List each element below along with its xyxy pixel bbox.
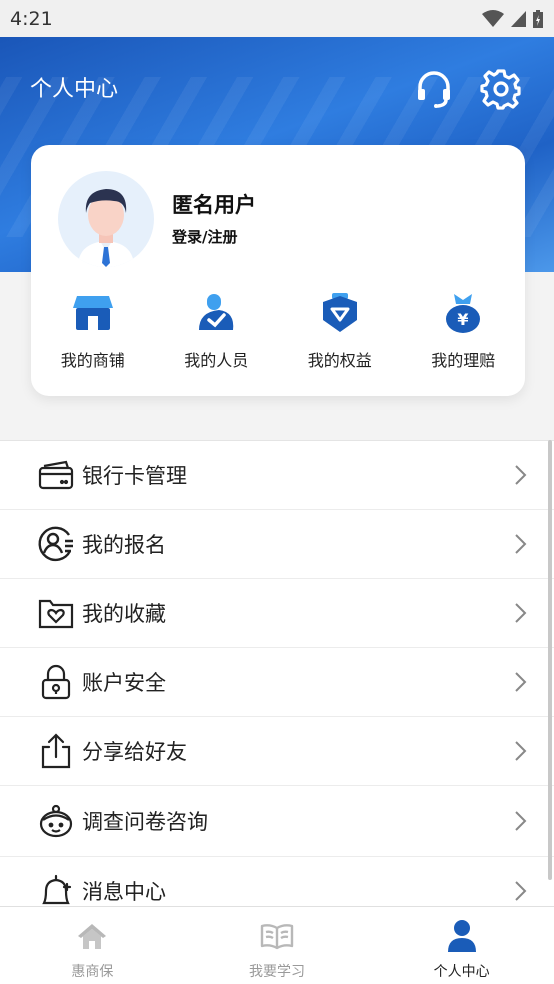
survey-face-icon [36,801,76,841]
settings-menu: 银行卡管理 我的报名 我的收藏 账户安全 分享给好友 调查问卷咨询 消息中心 [0,440,554,926]
share-icon [36,731,76,771]
menu-item-label: 分享给好友 [82,740,187,764]
battery-icon [533,9,543,28]
benefits-shield-icon [318,291,362,335]
menu-item-label: 消息中心 [82,880,166,904]
menu-item-label: 我的收藏 [82,602,166,626]
bottom-nav: 惠商保 我要学习 个人中心 [0,906,554,984]
menu-item-label: 账户安全 [82,671,166,695]
headset-icon [418,71,450,108]
menu-item-survey[interactable]: 调查问卷咨询 [0,786,554,857]
user-avatar-icon [78,189,134,267]
favorites-folder-icon [36,593,76,633]
quick-link-label: 我的商铺 [60,351,125,370]
chevron-right-icon [515,465,527,485]
avatar[interactable] [58,171,154,267]
signal-icon [511,10,526,27]
quick-link-label: 我的人员 [184,351,249,370]
app-screen: 4:21 个人中心 匿名用户 登录/注册 我的商铺 我的人员 我的权益 ¥ 我的… [0,0,554,984]
claims-money-bag-icon: ¥ [441,291,485,335]
nav-tab-home[interactable]: 惠商保 [0,907,185,984]
bank-card-icon [36,455,76,495]
menu-item-account-security[interactable]: 账户安全 [0,648,554,717]
page-title: 个人中心 [30,77,119,102]
user-name: 匿名用户 [172,193,256,217]
menu-item-label: 调查问卷咨询 [82,810,208,834]
lock-icon [36,662,76,702]
nav-label: 个人中心 [433,964,490,980]
login-register-link[interactable]: 登录/注册 [172,226,237,247]
registration-user-icon [36,524,76,564]
svg-text:¥: ¥ [458,310,469,329]
status-time: 4:21 [10,7,53,30]
home-icon [75,919,109,953]
chevron-right-icon [515,811,527,831]
menu-item-label: 我的报名 [82,533,166,557]
quick-link-label: 我的理赔 [431,351,496,370]
person-icon [445,919,479,953]
menu-item-favorites[interactable]: 我的收藏 [0,579,554,648]
staff-icon [194,291,238,335]
chevron-right-icon [515,672,527,692]
menu-item-registration[interactable]: 我的报名 [0,510,554,579]
chevron-right-icon [515,603,527,623]
nav-label: 我要学习 [249,964,305,980]
menu-item-share[interactable]: 分享给好友 [0,717,554,786]
quick-link-staff[interactable]: 我的人员 [155,291,279,371]
quick-link-label: 我的权益 [307,351,372,370]
bell-icon [36,871,76,911]
chevron-right-icon [515,881,527,901]
quick-link-claims[interactable]: ¥ 我的理赔 [402,291,526,371]
chevron-right-icon [515,741,527,761]
book-icon [260,919,294,953]
customer-service-button[interactable] [412,67,456,111]
shop-icon [71,291,115,335]
nav-tab-profile[interactable]: 个人中心 [369,907,554,984]
profile-card: 匿名用户 登录/注册 我的商铺 我的人员 我的权益 ¥ 我的理赔 [31,145,525,396]
chevron-right-icon [515,534,527,554]
nav-tab-learn[interactable]: 我要学习 [185,907,370,984]
quick-links: 我的商铺 我的人员 我的权益 ¥ 我的理赔 [31,291,525,371]
quick-link-shop[interactable]: 我的商铺 [31,291,155,371]
scrollbar[interactable] [548,440,552,880]
quick-link-benefits[interactable]: 我的权益 [278,291,402,371]
menu-item-label: 银行卡管理 [82,464,187,488]
status-icons [482,9,544,29]
status-bar: 4:21 [0,0,554,37]
settings-button[interactable] [479,67,523,111]
gear-icon [480,69,521,110]
menu-item-bank-card[interactable]: 银行卡管理 [0,441,554,510]
wifi-icon [482,9,504,27]
nav-label: 惠商保 [71,964,114,980]
